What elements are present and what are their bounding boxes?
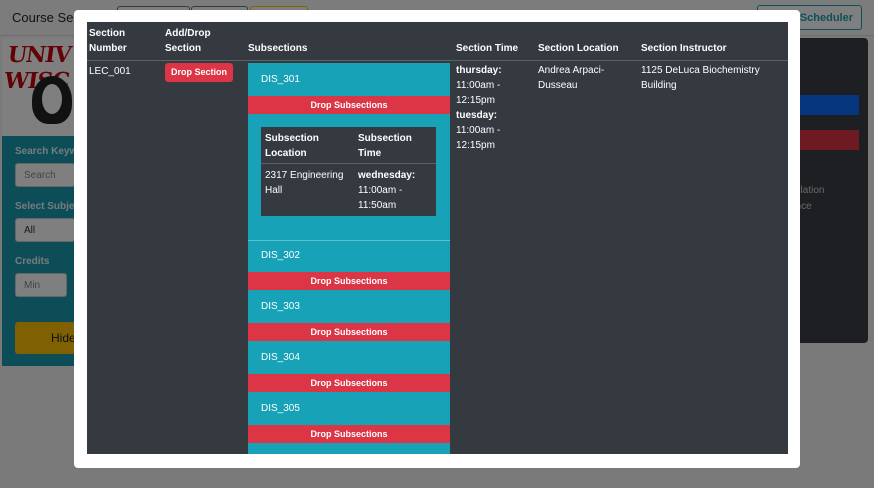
subsection-name[interactable]: DIS_303 [261,301,300,312]
time-day-1: thursday: [456,65,502,76]
header-section-number: Section Number [89,28,127,54]
drop-subsections-button[interactable]: Drop Subsections [248,272,450,290]
detail-day: wednesday: [358,170,416,181]
drop-subsections-button[interactable]: Drop Subsections [248,374,450,392]
time-range-1: 11:00am - 12:15pm [456,80,501,106]
detail-time: wednesday: 11:00am - 11:50am [358,168,433,213]
subsection-divider [248,240,450,241]
subsection-name[interactable]: DIS_302 [261,250,300,261]
drop-subsections-button[interactable]: Drop Subsections [248,96,450,114]
detail-header-divider [261,163,436,164]
subsection-name[interactable]: DIS_301 [261,74,300,85]
time-range-2: 11:00am - 12:15pm [456,125,501,151]
drop-section-button[interactable]: Drop Section [165,63,233,82]
subsection-detail-table: Subsection Location Subsection Time 2317… [261,127,436,216]
header-section-location: Section Location [538,43,619,54]
drop-subsections-button[interactable]: Drop Subsections [248,425,450,443]
section-instructor: 1125 DeLuca Biochemistry Building [641,65,760,91]
section-time: thursday: 11:00am - 12:15pm tuesday: 11:… [456,63,526,153]
subsection-name[interactable]: DIS_305 [261,403,300,414]
section-number: LEC_001 [89,66,131,77]
sections-table: Section Number Add/Drop Section Subsecti… [87,22,788,454]
header-divider [87,60,788,61]
section-location: Andrea Arpaci-Dusseau [538,65,605,91]
detail-location: 2317 Engineering Hall [265,170,344,196]
header-subsections: Subsections [248,43,308,54]
drop-subsections-button[interactable]: Drop Subsections [248,323,450,341]
detail-header-time: Subsection Time [358,133,412,159]
subsection-name[interactable]: DIS_304 [261,352,300,363]
detail-header-location: Subsection Location [265,133,319,159]
detail-range: 11:00am - 11:50am [358,185,403,211]
time-day-2: tuesday: [456,110,498,121]
section-details-modal: Section Number Add/Drop Section Subsecti… [74,10,800,468]
header-add-drop: Add/Drop Section [165,28,211,54]
header-section-instructor: Section Instructor [641,43,727,54]
subsections-list: DIS_301 Drop Subsections Subsection Loca… [248,63,450,454]
header-section-time: Section Time [456,43,519,54]
